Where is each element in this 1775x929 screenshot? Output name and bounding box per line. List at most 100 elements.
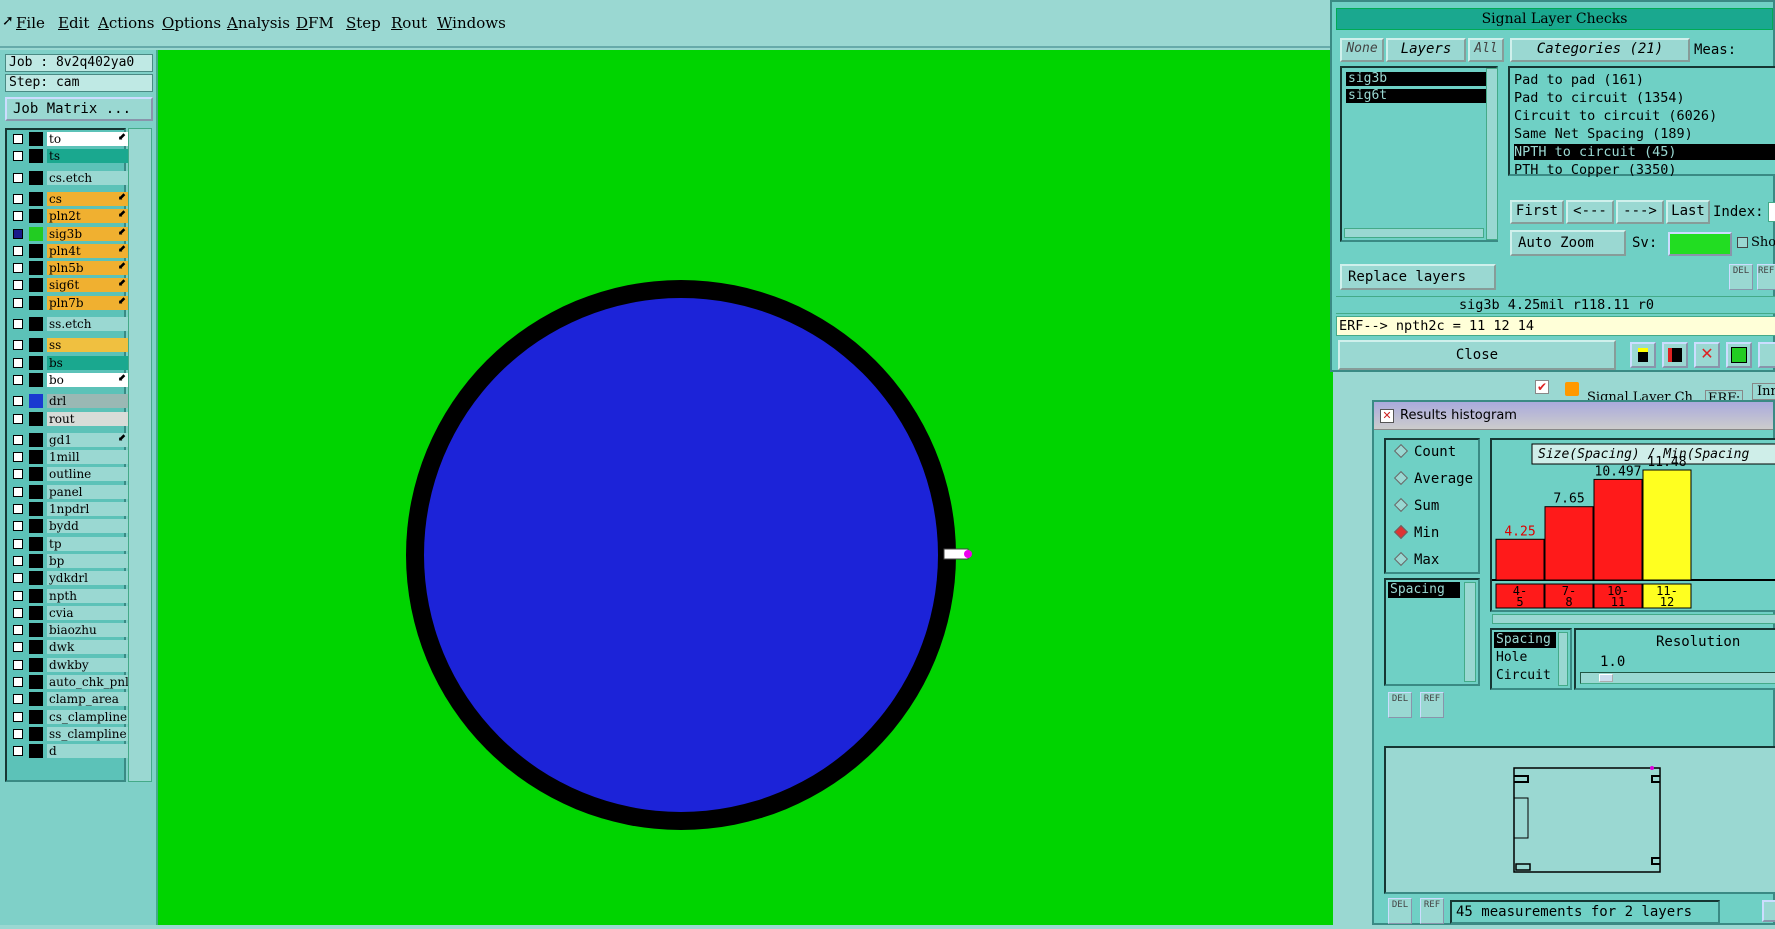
layer-color-swatch[interactable]	[29, 411, 43, 426]
layer-checkbox[interactable]	[13, 642, 23, 653]
radio-count[interactable]: Count	[1393, 443, 1456, 460]
measure-listbox[interactable]: Spacing	[1384, 578, 1480, 686]
categories-listbox[interactable]: Pad to pad (161) Pad to circuit (1354) C…	[1508, 66, 1775, 178]
dimension-listbox[interactable]: Spacing Hole Circuit	[1490, 628, 1572, 690]
layer-row-bs[interactable]: bs	[9, 355, 131, 370]
layer-checkbox[interactable]	[13, 228, 23, 239]
layer-name[interactable]: tp	[47, 536, 131, 551]
layer-color-swatch[interactable]	[29, 536, 43, 551]
task-tab-inn[interactable]: Inn	[1752, 383, 1775, 400]
category-item[interactable]: Circuit to circuit (6026)	[1514, 108, 1775, 124]
layer-name[interactable]: drl	[47, 394, 131, 409]
job-matrix-button[interactable]: Job Matrix ...	[5, 97, 153, 121]
layer-checkbox[interactable]	[13, 211, 23, 222]
layer-row-pln7b[interactable]: pln7b ⬋	[9, 295, 131, 310]
layer-color-swatch[interactable]	[29, 709, 43, 724]
layer-checkbox[interactable]	[13, 340, 23, 351]
layer-color-swatch[interactable]	[29, 502, 43, 516]
layer-row-biaozhu[interactable]: biaozhu	[9, 623, 131, 638]
dim-scrollbar[interactable]	[1558, 632, 1568, 686]
layer-name[interactable]: biaozhu	[47, 623, 131, 638]
layer-name[interactable]: npth	[47, 588, 131, 603]
layers-h-scrollbar[interactable]	[1344, 228, 1484, 238]
layer-row-auto-chk-pnl[interactable]: auto_chk_pnl	[9, 675, 131, 689]
layer-row-pln4t[interactable]: pln4t ⬋	[9, 243, 131, 258]
layer-name[interactable]: auto_chk_pnl	[47, 675, 131, 689]
resolution-slider[interactable]	[1580, 672, 1775, 684]
layer-checkbox[interactable]	[13, 590, 23, 601]
close-button[interactable]: Close	[1338, 340, 1616, 370]
last-button[interactable]: Last	[1666, 200, 1710, 224]
layer-row-d[interactable]: d	[9, 744, 131, 759]
layer-checkbox[interactable]	[13, 521, 23, 532]
layer-color-swatch[interactable]	[29, 450, 43, 465]
dim-item-circuit[interactable]: Circuit	[1496, 668, 1551, 684]
layer-checkbox[interactable]	[13, 694, 23, 705]
layer-checkbox[interactable]	[13, 319, 23, 329]
layer-name[interactable]: panel	[47, 484, 131, 499]
layer-row-outline[interactable]: outline	[9, 467, 131, 482]
layer-checkbox[interactable]	[13, 504, 23, 514]
layer-color-swatch[interactable]	[29, 278, 43, 293]
index-input[interactable]	[1768, 202, 1775, 222]
layer-name[interactable]: ss	[47, 338, 131, 353]
layer-checkbox[interactable]	[13, 555, 23, 566]
layer-checkbox[interactable]	[13, 711, 23, 722]
layer-checkbox[interactable]	[13, 434, 23, 445]
show-checkbox[interactable]	[1737, 237, 1748, 248]
layer-color-swatch[interactable]	[29, 726, 43, 741]
layer-name[interactable]: cvia	[47, 605, 131, 620]
toolbar-icon-5[interactable]	[1758, 342, 1775, 368]
auto-zoom-menu[interactable]: Auto Zoom	[1510, 230, 1626, 256]
radio-sum[interactable]: Sum	[1393, 497, 1439, 514]
layer-row-dwk[interactable]: dwk	[9, 640, 131, 655]
layer-row-tp[interactable]: tp	[9, 536, 131, 551]
layer-checkbox[interactable]	[13, 396, 23, 407]
layer-row-dwkby[interactable]: dwkby	[9, 657, 131, 672]
layer-color-swatch[interactable]	[29, 226, 43, 241]
dim-item-hole[interactable]: Hole	[1496, 650, 1527, 666]
slider-thumb[interactable]	[1599, 674, 1613, 682]
layer-row-pln5b[interactable]: pln5b ⬋	[9, 261, 131, 276]
category-item-selected[interactable]: NPTH to circuit (45)	[1514, 144, 1775, 160]
replace-layers-menu[interactable]: Replace layers	[1340, 264, 1496, 290]
layer-color-swatch[interactable]	[29, 588, 43, 603]
layer-name[interactable]: d	[47, 744, 131, 759]
layer-row-cs-clampline[interactable]: cs_clampline	[9, 709, 131, 724]
layer-name[interactable]: cs_clampline	[47, 709, 131, 724]
layer-row-1mill[interactable]: 1mill	[9, 450, 131, 465]
measure-item-spacing[interactable]: Spacing	[1388, 582, 1460, 598]
layer-row-ts[interactable]: ts	[9, 149, 131, 164]
del-icon[interactable]: DEL	[1729, 264, 1753, 290]
layer-color-swatch[interactable]	[29, 355, 43, 370]
toolbar-icon-3[interactable]: ✕	[1694, 342, 1720, 368]
layer-row-ss-etch[interactable]: ss.etch	[9, 317, 131, 331]
layer-color-swatch[interactable]	[29, 484, 43, 499]
layer-color-swatch[interactable]	[29, 623, 43, 638]
dim-item-spacing[interactable]: Spacing	[1494, 632, 1556, 648]
layer-name[interactable]: rout	[47, 411, 131, 426]
layer-checkbox[interactable]	[13, 469, 23, 480]
layer-color-swatch[interactable]	[29, 149, 43, 164]
layer-row-1npdrl[interactable]: 1npdrl	[9, 502, 131, 516]
layer-row-clamp-area[interactable]: clamp_area	[9, 692, 131, 707]
layer-name[interactable]: clamp_area	[47, 692, 131, 707]
layer-name[interactable]: dwk	[47, 640, 131, 655]
close-icon[interactable]: ✕	[1380, 409, 1394, 423]
layer-checkbox[interactable]	[13, 193, 23, 204]
layer-row-ss[interactable]: ss	[9, 338, 131, 353]
ref-icon[interactable]: REF	[1757, 264, 1775, 290]
menu-step[interactable]: Step	[346, 14, 381, 32]
layer-checkbox[interactable]	[13, 573, 23, 584]
layer-color-swatch[interactable]	[29, 243, 43, 258]
layer-color-swatch[interactable]	[29, 744, 43, 759]
layer-row-rout[interactable]: rout	[9, 411, 131, 426]
layer-color-swatch[interactable]	[29, 640, 43, 655]
layer-row-bydd[interactable]: bydd	[9, 519, 131, 534]
layer-checkbox[interactable]	[13, 357, 23, 368]
menu-windows[interactable]: Windows	[437, 14, 506, 32]
layer-name[interactable]: bs	[47, 355, 131, 370]
layer-checkbox[interactable]	[13, 625, 23, 636]
del-icon[interactable]: DEL	[1388, 898, 1412, 924]
layer-name[interactable]: dwkby	[47, 657, 131, 672]
